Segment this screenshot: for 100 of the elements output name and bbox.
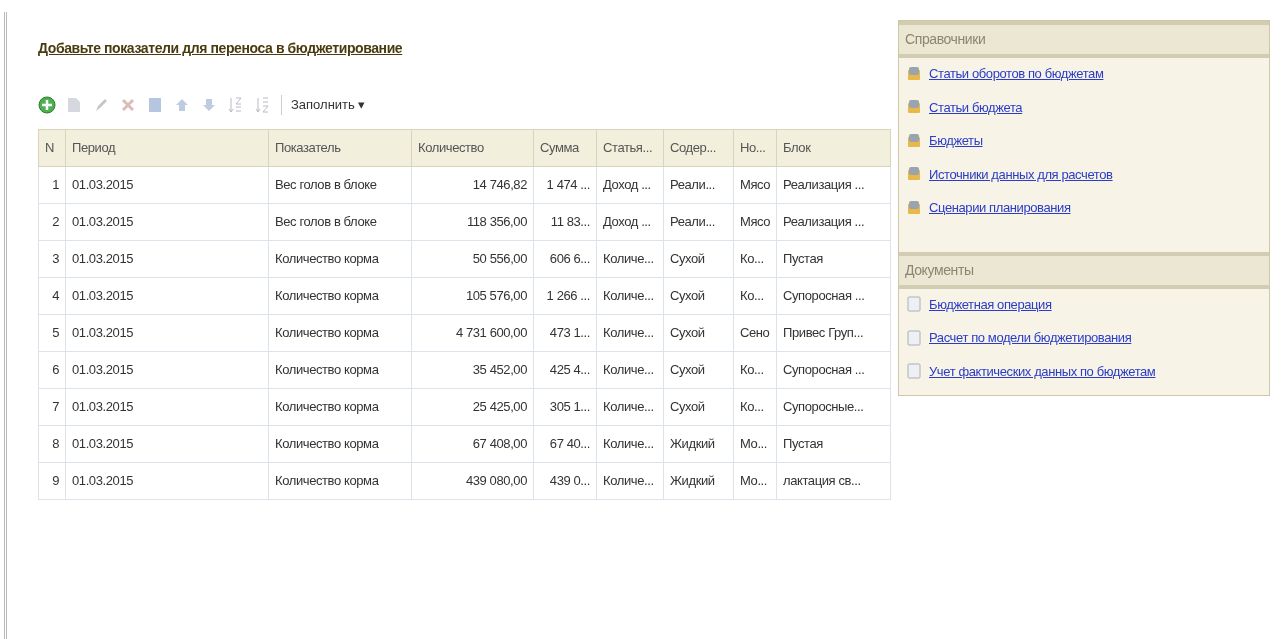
folder-icon — [907, 166, 921, 183]
folder-icon — [907, 199, 921, 216]
table-cell: 1 — [38, 166, 66, 204]
table-cell: 4 731 600,00 — [411, 314, 534, 352]
document-icon — [907, 296, 921, 313]
table-cell: Мо... — [733, 462, 777, 500]
table-cell: Супоросная ... — [776, 277, 891, 315]
table-cell: Вес голов в блоке — [268, 203, 412, 241]
table-cell: 67 408,00 — [411, 425, 534, 463]
table-cell: 01.03.2015 — [65, 277, 269, 315]
table-cell: Доход ... — [596, 166, 664, 204]
table-cell: Количе... — [596, 425, 664, 463]
table-cell: Количество корма — [268, 462, 412, 500]
table-cell: Ко... — [733, 388, 777, 426]
column-header[interactable]: Сумма — [533, 129, 597, 167]
table-cell: 01.03.2015 — [65, 351, 269, 389]
table-cell: Сено — [733, 314, 777, 352]
table-cell: Сухой — [663, 277, 734, 315]
table-cell: 50 556,00 — [411, 240, 534, 278]
table-cell: 2 — [38, 203, 66, 241]
column-header[interactable]: Блок — [776, 129, 891, 167]
table-cell: Реализация ... — [776, 203, 891, 241]
table-cell: 606 6... — [533, 240, 597, 278]
table-cell: 3 — [38, 240, 66, 278]
column-header[interactable]: Показатель — [268, 129, 412, 167]
column-header[interactable]: Количество — [411, 129, 534, 167]
table-cell: Доход ... — [596, 203, 664, 241]
folder-icon — [907, 99, 921, 116]
table-cell: 9 — [38, 462, 66, 500]
table-cell: лактация св... — [776, 462, 891, 500]
panel-link[interactable]: Расчет по модели бюджетирования — [929, 328, 1132, 348]
table-cell: Ко... — [733, 240, 777, 278]
section-header: Справочники — [899, 21, 1269, 58]
add-icon[interactable] — [38, 96, 56, 114]
table-cell: Количе... — [596, 240, 664, 278]
table-cell: Количе... — [596, 277, 664, 315]
table-cell: Мясо — [733, 203, 777, 241]
table-cell: Количество корма — [268, 351, 412, 389]
table-cell: 6 — [38, 351, 66, 389]
table-cell: 25 425,00 — [411, 388, 534, 426]
table-cell: 01.03.2015 — [65, 240, 269, 278]
folder-icon — [907, 132, 921, 149]
table-cell: Реали... — [663, 203, 734, 241]
table-cell: Количество корма — [268, 388, 412, 426]
table-cell: 439 0... — [533, 462, 597, 500]
table-cell: Жидкий — [663, 425, 734, 463]
table-cell: Количество корма — [268, 425, 412, 463]
table-cell: Привес Груп... — [776, 314, 891, 352]
table-cell: Сухой — [663, 314, 734, 352]
document-icon — [907, 329, 921, 346]
table-cell: 118 356,00 — [411, 203, 534, 241]
table-cell: 8 — [38, 425, 66, 463]
panel-link[interactable]: Бюджетная операция — [929, 294, 1052, 314]
column-header[interactable]: Период — [65, 129, 269, 167]
panel-link[interactable]: Статьи оборотов по бюджетам — [929, 64, 1104, 84]
table-cell: Количество корма — [268, 314, 412, 352]
table-cell: 425 4... — [533, 351, 597, 389]
table-cell: 1 266 ... — [533, 277, 597, 315]
table-cell: Количество корма — [268, 240, 412, 278]
column-header[interactable]: Статья... — [596, 129, 664, 167]
table-cell: Ко... — [733, 277, 777, 315]
table-cell: Сухой — [663, 240, 734, 278]
table-cell: 11 83... — [533, 203, 597, 241]
table-cell: 105 576,00 — [411, 277, 534, 315]
table-cell: 473 1... — [533, 314, 597, 352]
table-cell: 01.03.2015 — [65, 425, 269, 463]
panel-link[interactable]: Источники данных для расчетов — [929, 164, 1113, 184]
table-cell: Пустая — [776, 240, 891, 278]
table-cell: 01.03.2015 — [65, 203, 269, 241]
table-cell: Мясо — [733, 166, 777, 204]
panel-link[interactable]: Учет фактических данных по бюджетам — [929, 361, 1156, 381]
table-cell: Супоросная ... — [776, 351, 891, 389]
table-cell: Супоросные... — [776, 388, 891, 426]
table-cell: Реализация ... — [776, 166, 891, 204]
table-cell: Количе... — [596, 462, 664, 500]
table-cell: 01.03.2015 — [65, 462, 269, 500]
table-cell: Сухой — [663, 388, 734, 426]
table-cell: Пустая — [776, 425, 891, 463]
table-cell: 01.03.2015 — [65, 166, 269, 204]
column-header[interactable]: Но... — [733, 129, 777, 167]
table-cell: Количество корма — [268, 277, 412, 315]
panel-link[interactable]: Бюджеты — [929, 131, 983, 151]
table-cell: 14 746,82 — [411, 166, 534, 204]
panel-link[interactable]: Статьи бюджета — [929, 97, 1023, 117]
table-cell: 439 080,00 — [411, 462, 534, 500]
table-cell: Мо... — [733, 425, 777, 463]
column-header[interactable]: Содер... — [663, 129, 734, 167]
panel-link[interactable]: Сценарии планирования — [929, 198, 1071, 218]
table-cell: Количе... — [596, 351, 664, 389]
folder-icon — [907, 65, 921, 82]
table-cell: 67 40... — [533, 425, 597, 463]
column-header[interactable]: N — [38, 129, 66, 167]
document-icon — [907, 363, 921, 380]
fill-menu-button[interactable]: Заполнить ▾ — [291, 95, 366, 115]
table-cell: Ко... — [733, 351, 777, 389]
table-cell: 01.03.2015 — [65, 388, 269, 426]
table-cell: 5 — [38, 314, 66, 352]
section-header: Документы — [899, 251, 1269, 289]
table-cell: Вес голов в блоке — [268, 166, 412, 204]
table-cell: Количе... — [596, 388, 664, 426]
